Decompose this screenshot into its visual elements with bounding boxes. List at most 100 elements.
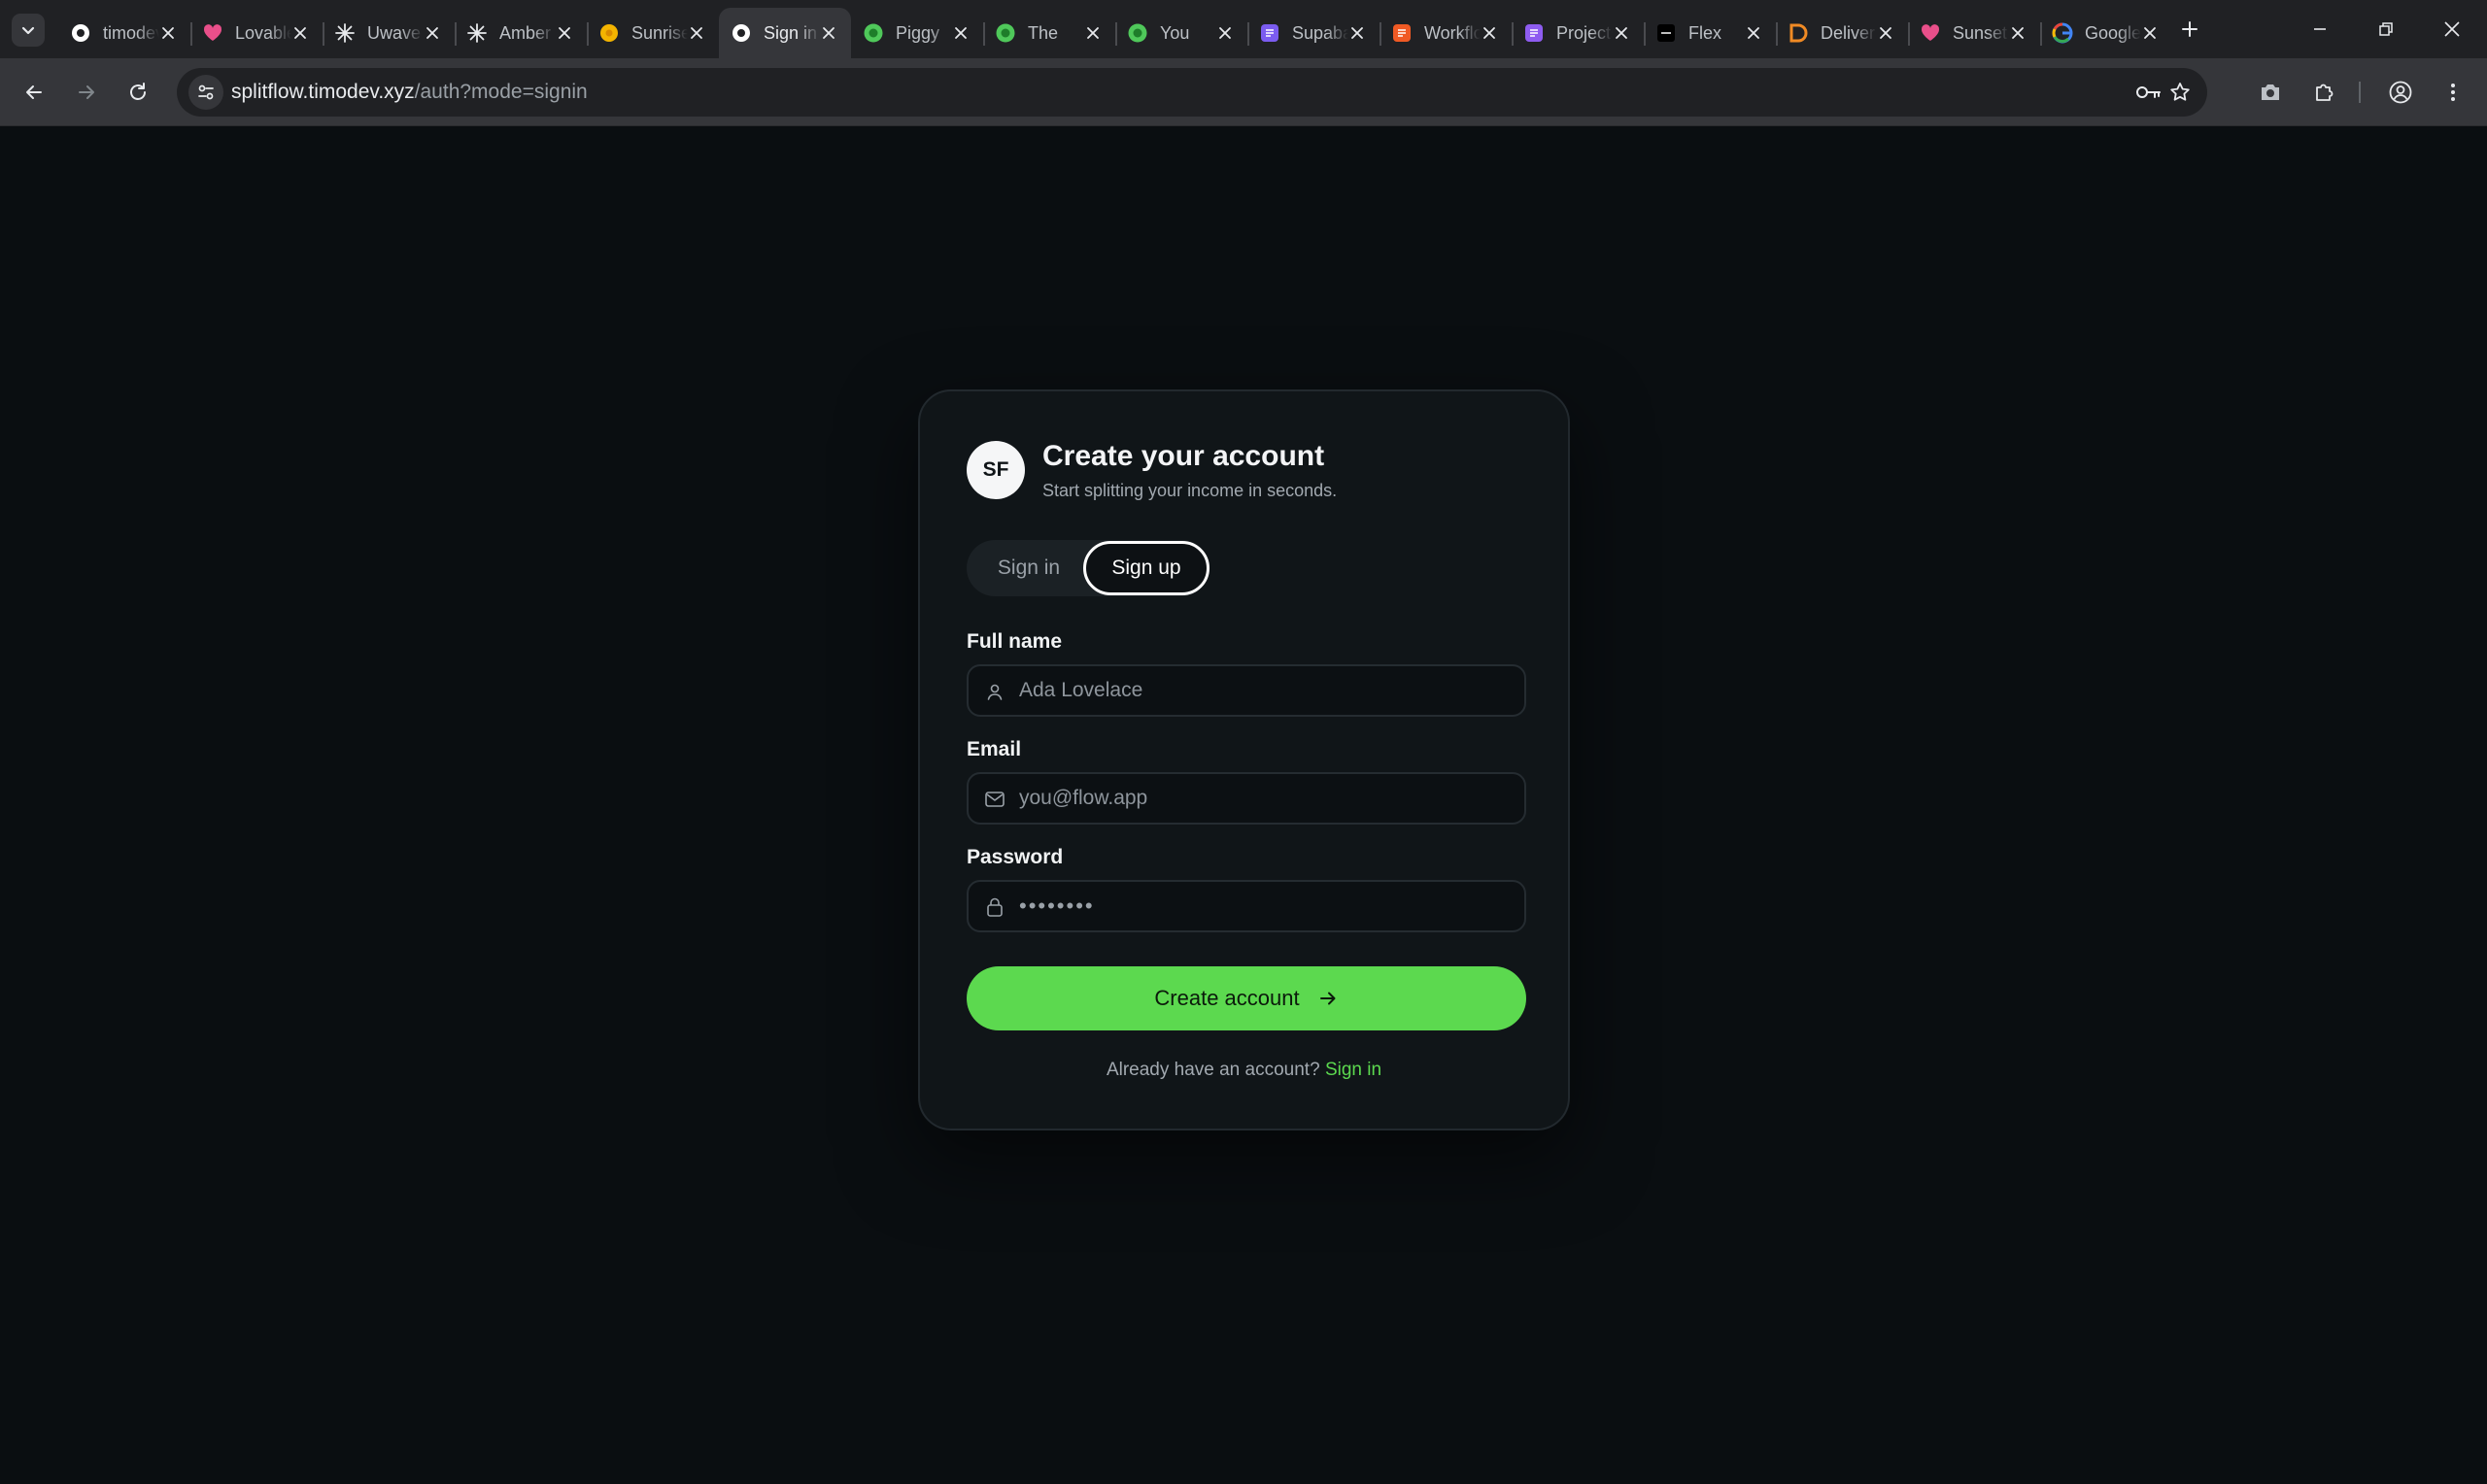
tab-item[interactable]: Sunrise (587, 8, 719, 58)
email-input[interactable] (1019, 774, 1515, 823)
screenshot-extension-button[interactable] (2251, 73, 2290, 112)
tab-sign-in[interactable]: Sign in (967, 540, 1091, 596)
tab-sign-up[interactable]: Sign up (1083, 541, 1209, 595)
tune-icon (198, 84, 214, 100)
tab-item[interactable]: Sign in (719, 8, 851, 58)
tab-item[interactable]: Lovable (190, 8, 323, 58)
tab-title: Flex (1688, 22, 1722, 43)
tab-item[interactable]: Flex (1644, 8, 1776, 58)
page-subtitle: Start splitting your income in seconds. (1042, 481, 1338, 500)
tab-title: Uwave (367, 22, 422, 43)
tab-item[interactable]: Uwave (323, 8, 455, 58)
close-icon (1351, 27, 1363, 39)
favicon-icon (334, 22, 356, 44)
tab-close-button[interactable] (818, 22, 839, 44)
password-input[interactable] (1019, 882, 1515, 930)
tab-item[interactable]: The (983, 8, 1115, 58)
camera-icon (2262, 84, 2279, 100)
sign-in-link[interactable]: Sign in (1325, 1060, 1381, 1080)
create-account-button[interactable]: Create account (967, 966, 1526, 1030)
favicon-icon (995, 22, 1016, 44)
back-button[interactable] (15, 73, 53, 112)
full-name-field[interactable] (967, 664, 1526, 717)
chevron-down-icon (21, 26, 35, 35)
tab-title: Sunset (1953, 22, 2008, 43)
star-icon (2170, 83, 2190, 101)
new-tab-button[interactable] (2172, 12, 2207, 47)
site-info-button[interactable] (188, 75, 223, 110)
tab-item[interactable]: Workflow (1380, 8, 1512, 58)
favicon-icon (1391, 22, 1413, 44)
tab-close-button[interactable] (1214, 22, 1236, 44)
tab-item[interactable]: Amber (455, 8, 587, 58)
tab-title: timodev (103, 22, 159, 43)
tab-close-button[interactable] (1346, 22, 1368, 44)
tab-item[interactable]: Piggy (851, 8, 983, 58)
user-icon (984, 681, 1005, 702)
favicon-icon (1788, 22, 1809, 44)
password-key-button[interactable] (2133, 77, 2164, 108)
tab-title: Sign in (764, 22, 818, 43)
url-path: /auth?mode=signin (414, 81, 588, 103)
tab-item[interactable]: timodev (58, 8, 190, 58)
forward-button[interactable] (67, 73, 106, 112)
puzzle-icon (2316, 84, 2334, 101)
tab-item[interactable]: Projects (1512, 8, 1644, 58)
tab-title: Supabase (1292, 22, 1348, 43)
tab-item[interactable]: Supabase (1247, 8, 1380, 58)
tab-item[interactable]: Google (2040, 8, 2172, 58)
close-icon (2144, 27, 2156, 39)
minimize-icon (2314, 28, 2326, 30)
email-field[interactable] (967, 772, 1526, 825)
close-icon (559, 27, 570, 39)
tab-close-button[interactable] (422, 22, 443, 44)
close-icon (1483, 27, 1495, 39)
close-icon (2012, 27, 2024, 39)
reload-button[interactable] (119, 73, 157, 112)
minimize-button[interactable] (2287, 0, 2353, 58)
tab-item[interactable]: Sunset (1908, 8, 2040, 58)
url-text[interactable]: splitflow.timodev.xyz/auth?mode=signin (231, 81, 588, 104)
tab-close-button[interactable] (686, 22, 707, 44)
favicon-icon (1259, 22, 1280, 44)
restore-button[interactable] (2353, 0, 2419, 58)
tab-title: Lovable (235, 22, 291, 43)
favicon-icon (1920, 22, 1941, 44)
tab-close-button[interactable] (1875, 22, 1896, 44)
profile-button[interactable] (2381, 73, 2420, 112)
email-label: Email (967, 738, 1022, 760)
tab-close-button[interactable] (1082, 22, 1104, 44)
tab-title: The (1028, 22, 1059, 43)
tab-close-button[interactable] (1743, 22, 1764, 44)
menu-button[interactable] (2434, 73, 2472, 112)
tab-close-button[interactable] (1479, 22, 1500, 44)
url-host: splitflow.timodev.xyz (231, 81, 415, 103)
close-window-button[interactable] (2419, 0, 2485, 58)
auth-switch-text: Already have an account? Sign in (920, 1060, 1568, 1081)
tab-search-button[interactable] (12, 14, 45, 47)
tab-item[interactable]: Deliver (1776, 8, 1908, 58)
password-field[interactable] (967, 880, 1526, 932)
close-icon (1748, 27, 1759, 39)
browser-toolbar: splitflow.timodev.xyz/auth?mode=signin (0, 58, 2487, 126)
tab-close-button[interactable] (2139, 22, 2161, 44)
favicon-icon (2052, 22, 2073, 44)
tab-title: You (1160, 22, 1190, 43)
close-icon (2444, 21, 2460, 37)
tab-close-button[interactable] (290, 22, 311, 44)
tab-close-button[interactable] (1611, 22, 1632, 44)
tab-close-button[interactable] (157, 22, 179, 44)
tab-close-button[interactable] (950, 22, 971, 44)
full-name-input[interactable] (1019, 666, 1515, 715)
key-icon (2136, 86, 2161, 98)
tab-item[interactable]: You (1115, 8, 1247, 58)
close-icon (294, 27, 306, 39)
mail-icon (984, 789, 1005, 810)
tab-close-button[interactable] (2007, 22, 2028, 44)
favicon-icon (202, 22, 223, 44)
address-bar[interactable]: splitflow.timodev.xyz/auth?mode=signin (177, 68, 2207, 117)
extensions-button[interactable] (2304, 73, 2343, 112)
tab-close-button[interactable] (554, 22, 575, 44)
bookmark-button[interactable] (2164, 77, 2196, 108)
favicon-icon (863, 22, 884, 44)
